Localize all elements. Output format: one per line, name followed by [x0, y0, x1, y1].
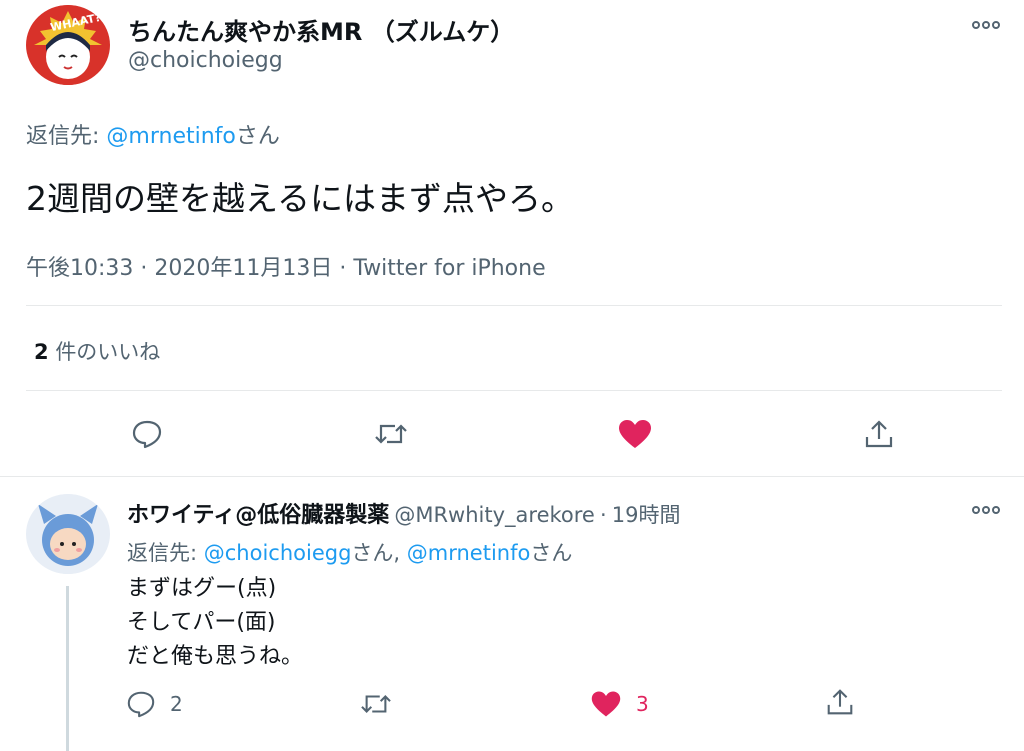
tweet-meta: 午後10:33 · 2020年11月13日 · Twitter for iPho… [26, 250, 546, 282]
reply-to-link-2[interactable]: @mrnetinfo [407, 541, 531, 565]
reply-context: 返信先: @mrnetinfoさん [26, 118, 280, 150]
author-handle[interactable]: @choichoiegg [128, 48, 283, 73]
reply-suffix: さん [235, 124, 280, 149]
divider-meta [26, 305, 1002, 306]
reply-context-prefix: 返信先: [127, 541, 204, 565]
share-button[interactable] [856, 412, 902, 456]
reply-header: ホワイティ@低俗臓器製薬 @MRwhity_arekore · 19時間 [127, 497, 680, 529]
reply-author-avatar[interactable] [26, 494, 110, 574]
reply-author-handle[interactable]: @MRwhity_arekore [394, 503, 595, 527]
more-icon [972, 21, 1000, 29]
meta-separator: · [140, 256, 148, 281]
author-name[interactable]: ちんたん爽やか系MR （ズルムケ） [128, 12, 514, 47]
reply-context-suffix: さん [530, 541, 573, 565]
retweet-icon [361, 695, 391, 713]
reply-to-link-1[interactable]: @choichoiegg [204, 541, 352, 565]
tweet-text: 2週間の壁を越えるにはまず点やろ。 [26, 179, 575, 218]
likes-label: 件のいいね [55, 340, 161, 364]
reply-prefix: 返信先: [26, 124, 107, 149]
share-icon [865, 420, 893, 448]
thread-line [66, 586, 69, 751]
reply-icon [127, 691, 155, 718]
heart-icon [619, 420, 651, 448]
tweet-source[interactable]: Twitter for iPhone [353, 256, 545, 281]
reply-icon [132, 420, 162, 449]
reply-avatar-illustration [28, 494, 108, 574]
meta-separator-2: · [339, 256, 347, 281]
reply-like-count: 3 [636, 692, 649, 716]
reply-button[interactable] [124, 412, 170, 456]
reply-reply-count: 2 [170, 692, 183, 716]
retweet-button[interactable] [368, 412, 414, 456]
reply-reply-button[interactable]: 2 [126, 684, 216, 724]
reply-time[interactable]: 19時間 [612, 503, 681, 527]
tweet-date[interactable]: 2020年11月13日 [154, 256, 332, 281]
likes-summary[interactable]: 2 件のいいね [34, 336, 160, 366]
reply-share-button[interactable] [820, 682, 860, 722]
reply-more-options-button[interactable] [966, 495, 1006, 525]
reply-context-mid: さん, [351, 541, 407, 565]
reply-text-line: だと俺も思うね。 [127, 644, 304, 669]
divider-likes [26, 390, 1002, 391]
heart-icon [591, 691, 621, 717]
tweet-time[interactable]: 午後10:33 [26, 256, 133, 281]
reply-time-separator: · [599, 503, 607, 527]
reply-retweet-button[interactable] [356, 684, 396, 724]
more-options-button[interactable] [966, 10, 1006, 40]
author-avatar[interactable]: WHAAT? [26, 5, 110, 85]
reply-to-link[interactable]: @mrnetinfo [106, 124, 235, 149]
retweet-icon [375, 424, 407, 444]
reply-text: まずはグー(点) そしてパー(面) だと俺も思うね。 [127, 572, 303, 674]
reply-author-name[interactable]: ホワイティ@低俗臓器製薬 [127, 503, 389, 528]
divider-thread [0, 476, 1024, 477]
like-button[interactable] [612, 412, 658, 456]
reply-text-line: そしてパー(面) [127, 610, 276, 635]
likes-count: 2 [34, 340, 49, 364]
more-icon [972, 506, 1000, 514]
share-icon [827, 689, 853, 715]
reply-like-button[interactable]: 3 [590, 684, 680, 724]
reply-text-line: まずはグー(点) [127, 576, 277, 601]
reply-reply-context: 返信先: @choichoieggさん, @mrnetinfoさん [127, 537, 572, 567]
